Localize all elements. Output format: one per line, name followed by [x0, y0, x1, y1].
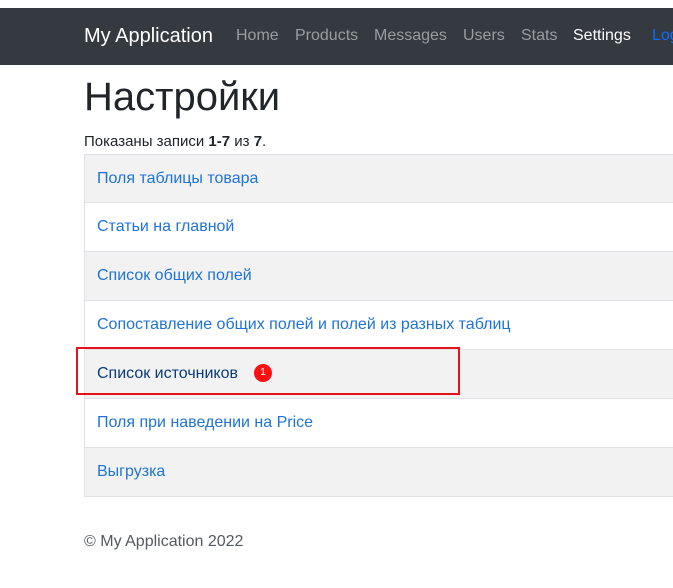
list-item: Статьи на главной	[84, 203, 673, 252]
annotation-badge: 1	[254, 364, 272, 382]
summary-mid: из	[230, 133, 254, 150]
list-item: Выгрузка	[84, 448, 673, 497]
list-item: Поля при наведении на Price	[84, 399, 673, 448]
brand-link[interactable]: My Application	[84, 25, 213, 48]
settings-link-homepage-articles[interactable]: Статьи на главной	[97, 218, 234, 235]
settings-link-field-mapping[interactable]: Сопоставление общих полей и полей из раз…	[97, 316, 511, 333]
nav-home[interactable]: Home	[236, 27, 279, 45]
list-item: Поля таблицы товара	[84, 154, 673, 203]
footer-copyright: © My Application 2022	[84, 533, 244, 550]
list-item: Сопоставление общих полей и полей из раз…	[84, 301, 673, 350]
settings-list: Поля таблицы товара Статьи на главной Сп…	[84, 154, 673, 497]
summary-range: 1-7	[208, 133, 231, 150]
records-summary: Показаны записи 1-7 из 7.	[84, 133, 266, 150]
list-item: Список общих полей	[84, 252, 673, 301]
nav-messages[interactable]: Messages	[374, 27, 447, 45]
nav-users[interactable]: Users	[463, 27, 505, 45]
nav-products[interactable]: Products	[295, 27, 358, 45]
navbar: My Application Home Products Messages Us…	[0, 8, 673, 65]
summary-total: 7	[253, 133, 263, 150]
summary-suffix: .	[262, 133, 267, 150]
settings-link-export[interactable]: Выгрузка	[97, 463, 165, 480]
nav-login[interactable]: Log	[652, 27, 673, 45]
settings-link-price-hover-fields[interactable]: Поля при наведении на Price	[97, 414, 313, 431]
nav-settings[interactable]: Settings	[573, 27, 631, 45]
page-title: Настройки	[84, 75, 281, 119]
summary-prefix: Показаны записи	[84, 133, 209, 150]
settings-link-product-table-fields[interactable]: Поля таблицы товара	[97, 170, 258, 187]
nav-stats[interactable]: Stats	[521, 27, 557, 45]
settings-link-common-fields[interactable]: Список общих полей	[97, 267, 252, 284]
